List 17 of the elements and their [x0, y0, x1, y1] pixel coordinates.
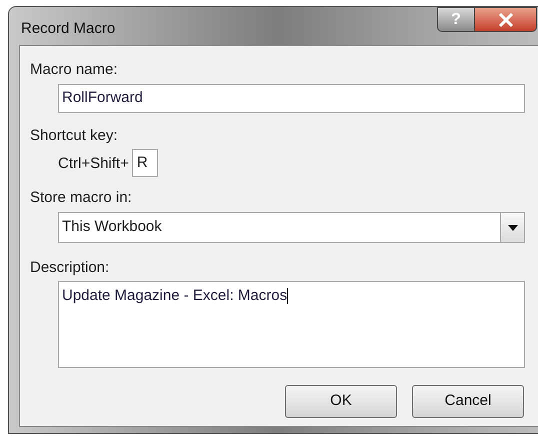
dropdown-value: This Workbook: [61, 217, 163, 238]
shortcut-key-label: Shortcut key:: [30, 128, 119, 143]
dropdown-arrow-button[interactable]: [500, 213, 524, 242]
macro-name-label: Macro name:: [30, 62, 119, 77]
description-field[interactable]: Update Magazine - Excel: Macros: [58, 281, 525, 368]
store-macro-in-label: Store macro in:: [30, 190, 133, 205]
store-macro-dropdown[interactable]: This Workbook: [58, 212, 525, 243]
window-title: Record Macro: [21, 21, 116, 36]
shortcut-prefix: Ctrl+Shift+: [58, 156, 129, 170]
description-label: Description:: [30, 260, 110, 275]
macro-name-field[interactable]: RollForward: [58, 84, 525, 113]
close-button[interactable]: [475, 7, 537, 32]
shortcut-key-field[interactable]: R: [132, 149, 158, 177]
cancel-button[interactable]: Cancel: [412, 385, 524, 418]
close-icon: [498, 12, 514, 26]
ok-button[interactable]: OK: [285, 385, 397, 418]
caret-icon: [508, 224, 518, 230]
